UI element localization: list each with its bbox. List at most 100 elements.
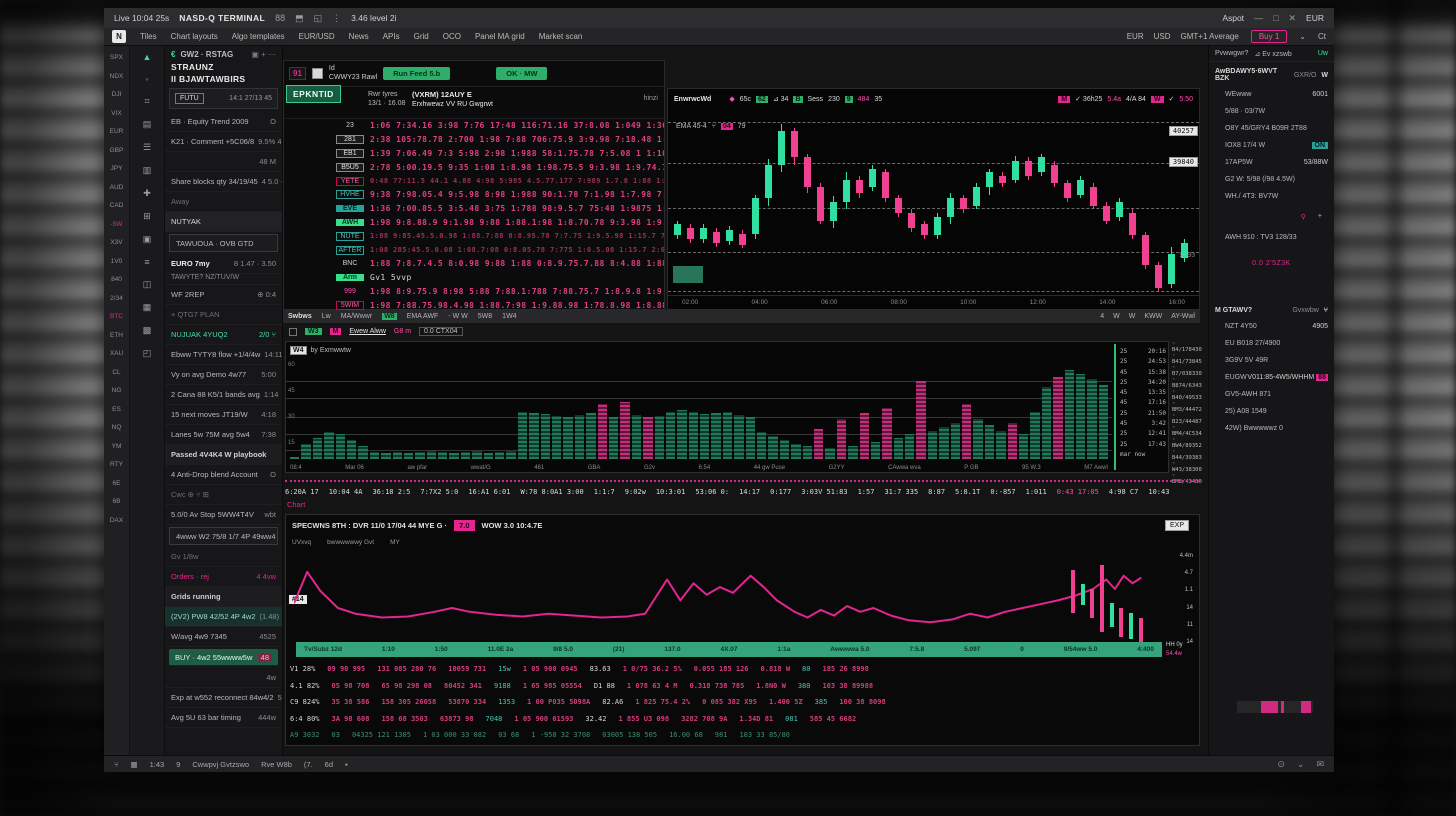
rail-ticker-jpy[interactable]: JPY [111, 165, 123, 172]
strategy-row-5[interactable]: 25) A08 1549 [1209, 403, 1334, 420]
matrix-row-badge[interactable]: B5U5 [336, 163, 364, 172]
watchlist-row-29[interactable]: Avg 5U 63 bar timing444w [165, 708, 282, 728]
rail-ticker-x3v[interactable]: X3V [110, 239, 122, 246]
app-logo[interactable]: N [112, 30, 126, 43]
menu-item-2[interactable]: EUR/USD [299, 32, 335, 41]
watchlist-row-3[interactable]: Share blocks qty 34/19/454 5.0 · 98 [165, 172, 282, 192]
menu-item-8[interactable]: Market scan [539, 32, 583, 41]
rail-ticker-gbp[interactable]: GBP [110, 147, 124, 154]
rail-tool-icon-6[interactable]: ✚ [143, 188, 151, 199]
volume-depth-panel[interactable]: W4 by Exmwwtw 60453015 08:4Mar 06aw pfar… [285, 341, 1169, 473]
rail-tool-icon-2[interactable]: ⌗ [144, 96, 149, 107]
account-section-plus[interactable]: W [1321, 72, 1328, 79]
gender-pink-icon[interactable]: ⚲ [1301, 213, 1306, 221]
rail-ticker-nq[interactable]: NQ [112, 424, 122, 431]
account-row-0[interactable]: WEwww6001 [1209, 86, 1334, 103]
matrix-row-badge[interactable]: BNC [336, 260, 364, 267]
account-row-5[interactable]: G2 W: 5/98 (/98 4.5W) [1209, 171, 1334, 188]
indicator-item-2[interactable]: W8 [382, 313, 397, 320]
rail-ticker-dji[interactable]: DJI [112, 91, 122, 98]
strategy-row-3[interactable]: EUGWV011:85-4W5/WHHM88 [1209, 369, 1334, 386]
rail-tool-icon-7[interactable]: ⊞ [143, 211, 151, 222]
rail-ticker-ndx[interactable]: NDX [110, 73, 124, 80]
watchlist-row-23[interactable]: Grids running [165, 587, 282, 607]
rail-tool-icon-1[interactable]: ◦ [145, 74, 148, 84]
matrix-row-badge[interactable]: AFTER [336, 246, 364, 255]
momentum-line-chart[interactable] [294, 551, 1172, 646]
menu-item-1[interactable]: Algo templates [232, 32, 285, 41]
window-split-icon[interactable]: ◱ [314, 13, 323, 24]
toolbar-right-1[interactable]: W [1113, 313, 1120, 320]
watchlist-row-24[interactable]: (2V2) PW8 42/52 4P 4w2(1.48) ⌄ [165, 607, 282, 627]
close-button[interactable]: ✕ [1289, 13, 1297, 24]
watchlist-row-6[interactable]: TAWUOUA · OVB GTD [169, 234, 278, 252]
ctx-box[interactable]: 0.0 CTX04 [419, 327, 462, 336]
pink-filter-badge[interactable]: M [330, 328, 342, 335]
rail-ticker-ym[interactable]: YM [112, 443, 122, 450]
indicator-item-3[interactable]: EMA AWF [407, 313, 439, 320]
menu-last[interactable]: Ct [1318, 32, 1326, 41]
indicator-item-5[interactable]: 5W8 [478, 313, 492, 320]
buy-badge[interactable]: Buy 1 [1251, 30, 1287, 43]
rail-ticker-6b[interactable]: 6B [113, 498, 121, 505]
more-icon[interactable]: ⋮ [332, 13, 341, 24]
symbol-tag[interactable]: EPKNTID [286, 85, 341, 103]
rail-ticker-aud[interactable]: AUD [110, 184, 124, 191]
rail-ticker-ng[interactable]: NG [112, 387, 122, 394]
rail-ticker-vix[interactable]: VIX [111, 110, 121, 117]
rail-tool-icon-8[interactable]: ▣ [143, 234, 152, 245]
watchlist-row-7[interactable]: EURO 7my8 1.47 · 3.50 [165, 254, 282, 274]
watchlist-row-25[interactable]: W/avg 4w9 73454525 [165, 627, 282, 647]
watchlist-row-13[interactable]: 2 Cana 88 K5/1 bands avg1:14 [165, 385, 282, 405]
rail-tool-icon-0[interactable]: ▲ [143, 52, 152, 62]
matrix-row-badge[interactable]: HVHE [336, 190, 364, 199]
watchlist-row-12[interactable]: Vy on avg Demo 4w775:00 [165, 365, 282, 385]
run-feed-button[interactable]: Run Feed 5.b [383, 67, 450, 80]
minimize-button[interactable]: — [1254, 13, 1263, 23]
indicator-item-6[interactable]: 1W4 [502, 313, 516, 320]
watchlist-row-1[interactable]: K21 · Comment +5C06/89.5% 4 [165, 132, 282, 152]
feed-91-icon[interactable]: 91 [289, 67, 306, 80]
watchlist-row-27[interactable]: 4w [165, 668, 282, 688]
watchlist-row-22[interactable]: Orders · rej4 4vw [165, 567, 282, 587]
watchlist-row-18[interactable]: Cwc ⊕ ⑂ ⊞ [165, 485, 282, 505]
account-row-2[interactable]: O8Y 45/GRY4 B09R 2T88 [1209, 120, 1334, 137]
filter-checkbox[interactable] [289, 328, 297, 336]
rail-ticker-btc[interactable]: BTC [110, 313, 123, 320]
rail-ticker-spx[interactable]: SPX [110, 54, 123, 61]
indicator-item-4[interactable]: - W W [448, 313, 467, 320]
matrix-row-badge[interactable]: NUTE [336, 232, 364, 241]
watchlist-row-28[interactable]: Exp at w552 reconnect 84w4/25444 [165, 688, 282, 708]
watchlist-row-16[interactable]: Passed 4V4K4 W playbook [165, 445, 282, 465]
account-row-1[interactable]: 5/88 · 03/7W [1209, 103, 1334, 120]
strategy-row-2[interactable]: 3G9V 5V 49R [1209, 352, 1334, 369]
watchlist-row-9[interactable]: + QTG7 PLAN [165, 305, 282, 325]
rail-ticker-dax[interactable]: DAX [110, 517, 123, 524]
menu-item-4[interactable]: APIs [383, 32, 400, 41]
rail-tool-icon-10[interactable]: ◫ [143, 279, 152, 290]
account-row-3[interactable]: IOX8 17/4 WON [1209, 137, 1334, 154]
menu-tiles[interactable]: Tiles [140, 32, 157, 41]
rail-ticker-rty[interactable]: RTY [110, 461, 123, 468]
matrix-row-badge[interactable]: EVE [336, 205, 364, 212]
watchlist-row-20[interactable]: 4www W2 75/8 1/7 4P 49ww44:33 [169, 527, 278, 545]
rail-tool-icon-4[interactable]: ☰ [143, 142, 151, 153]
menu-right-0[interactable]: EUR [1127, 32, 1144, 41]
rail-ticker-cl[interactable]: CL [112, 369, 120, 376]
rail-ticker-2/34[interactable]: 2/34 [110, 295, 123, 302]
maximize-button[interactable]: □ [1273, 13, 1278, 23]
rail-tool-icon-9[interactable]: ≡ [144, 257, 149, 267]
watchlist-row-10[interactable]: NUJUAK 4YUQ22/0 ⑂ [165, 325, 282, 345]
matrix-row-badge[interactable]: 23 [336, 122, 364, 129]
rail-tool-icon-5[interactable]: ▥ [143, 165, 152, 176]
watchlist-row-14[interactable]: 15 next moves JT19/W4:18 [165, 405, 282, 425]
toolbar-right-2[interactable]: W [1129, 313, 1136, 320]
status-icon-2[interactable]: ✉ [1316, 759, 1324, 770]
indicator-item-0[interactable]: Lw [322, 313, 331, 320]
matrix-row-badge[interactable]: EB1 [336, 149, 364, 158]
rail-ticker--5w[interactable]: -5W [111, 221, 123, 228]
matrix-row-badge[interactable]: 281 [336, 135, 364, 144]
ok-button[interactable]: OK · MW [496, 67, 547, 80]
watchlist-row-4[interactable]: Away [165, 192, 282, 212]
candlestick-chart[interactable]: EMA 45-4⑂0479 40257398409893 [668, 109, 1199, 295]
